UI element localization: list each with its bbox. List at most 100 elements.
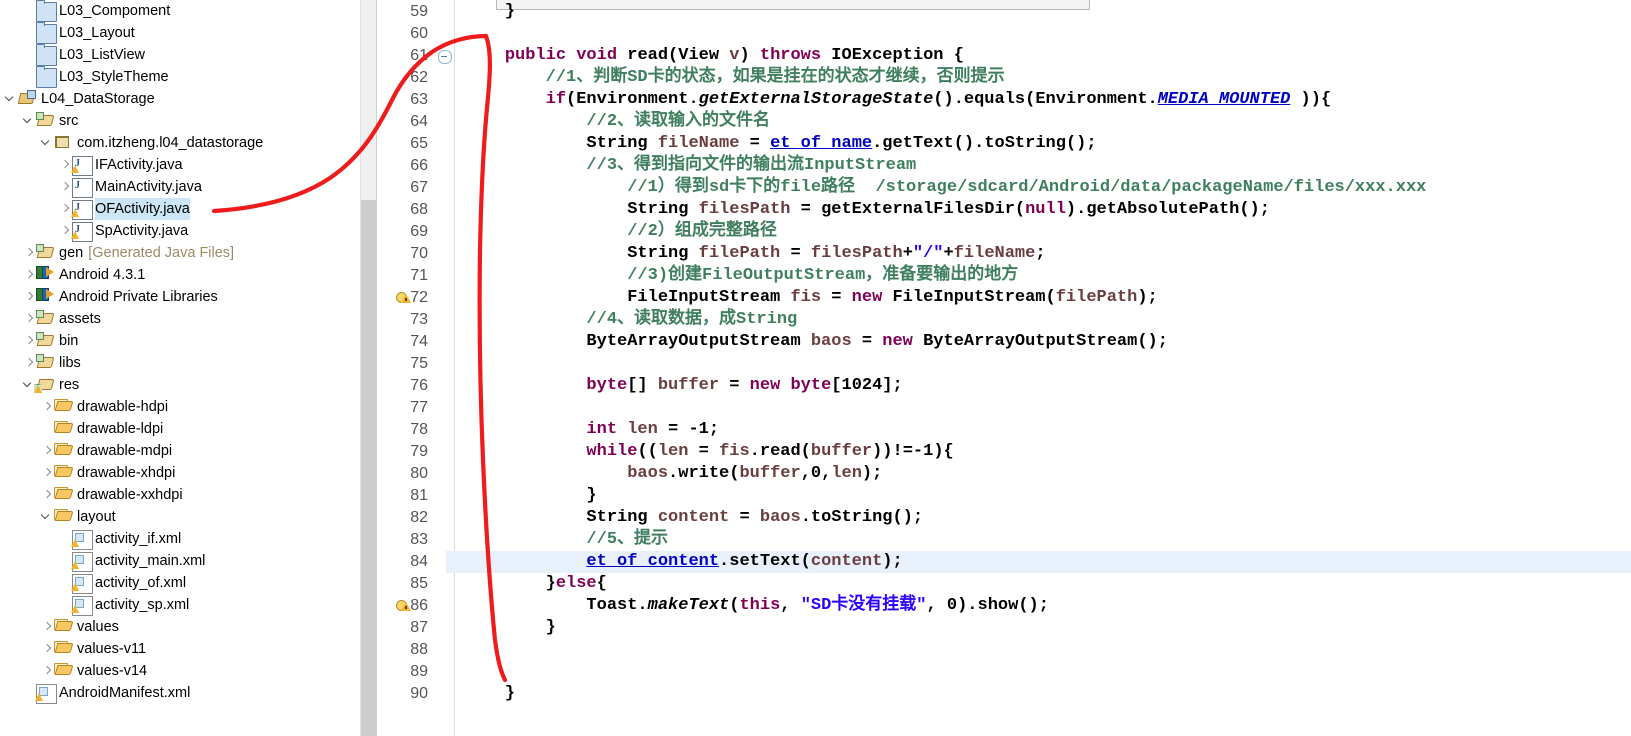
code-line[interactable]: //1、判断SD卡的状态，如果是挂在的状态才继续，否则提示 — [464, 67, 1005, 89]
chevron-right-icon[interactable] — [22, 330, 36, 352]
tree-item[interactable]: assets — [18, 308, 101, 330]
package-explorer[interactable]: L03_Compoment L03_Layout L03_ListView L03_S… — [0, 0, 376, 736]
tree-item-label: Android 4.3.1 — [59, 267, 146, 283]
chevron-right-icon[interactable] — [58, 154, 72, 176]
code-line[interactable]: ByteArrayOutputStream baos = new ByteArr… — [464, 331, 1168, 353]
chevron-right-icon[interactable] — [22, 242, 36, 264]
fold-collapse-icon[interactable] — [438, 50, 452, 64]
code-text-area[interactable]: } public void read(View v) throws IOExce… — [464, 0, 1631, 736]
chevron-right-icon[interactable] — [40, 462, 54, 484]
chevron-right-icon[interactable] — [22, 352, 36, 374]
tree-item[interactable]: drawable-xxhdpi — [36, 484, 183, 506]
tree-item[interactable]: activity_main.xml — [54, 550, 205, 572]
tree-item[interactable]: IFActivity.java — [54, 154, 183, 176]
chevron-right-icon[interactable] — [58, 198, 72, 220]
code-line[interactable]: } — [464, 617, 556, 639]
code-line[interactable]: //5、提示 — [464, 529, 668, 551]
tree-item[interactable]: layout — [36, 506, 116, 528]
chevron-right-icon[interactable] — [40, 638, 54, 660]
tree-item[interactable]: activity_of.xml — [54, 572, 186, 594]
code-line[interactable]: String filePath = filesPath+"/"+fileName… — [464, 243, 1045, 265]
chevron-right-icon[interactable] — [40, 484, 54, 506]
tree-item[interactable]: activity_sp.xml — [54, 594, 189, 616]
code-line[interactable]: //2）组成完整路径 — [464, 221, 777, 243]
chevron-right-icon[interactable] — [58, 220, 72, 242]
tree-item[interactable]: MainActivity.java — [54, 176, 202, 198]
tree-item[interactable]: values-v11 — [36, 638, 146, 660]
java-keyword: if — [545, 90, 567, 109]
tree-item[interactable]: L04_DataStorage — [0, 88, 155, 110]
code-line[interactable]: FileInputStream fis = new FileInputStrea… — [464, 287, 1158, 309]
code-line[interactable]: int len = -1; — [464, 419, 719, 441]
tree-item[interactable]: L03_StyleTheme — [18, 66, 169, 88]
code-line[interactable]: } — [464, 1, 515, 23]
chevron-right-icon[interactable] — [22, 308, 36, 330]
tree-item[interactable]: L03_Compoment — [18, 0, 170, 22]
code-line[interactable]: } — [464, 485, 596, 507]
java-keyword: null — [1025, 200, 1066, 219]
code-editor-pane[interactable]: 59 60 61 62 63 64 65 66 67 68 69 70 71 72 73 74 75 76 77 78… — [386, 0, 1631, 736]
tree-item[interactable]: OFActivity.java — [54, 198, 190, 220]
code-line[interactable]: String filesPath = getExternalFilesDir(n… — [464, 199, 1270, 221]
code-line[interactable]: } — [464, 683, 515, 705]
code-line[interactable]: //4、读取数据，成String — [464, 309, 797, 331]
tree-item[interactable]: SpActivity.java — [54, 220, 188, 242]
tree-item[interactable]: bin — [18, 330, 78, 352]
local-variable: content — [657, 508, 730, 527]
tree-item[interactable]: Android Private Libraries — [18, 286, 218, 308]
chevron-right-icon[interactable] — [40, 440, 54, 462]
code-line[interactable]: //3)创建FileOutputStream，准备要输出的地方 — [464, 265, 1018, 287]
chevron-down-icon[interactable] — [40, 132, 54, 154]
tree-item[interactable]: res — [18, 374, 79, 396]
line-number-gutter[interactable]: 59 60 61 62 63 64 65 66 67 68 69 70 71 72 73 74 75 76 77 78… — [386, 0, 455, 736]
tree-item[interactable]: values-v14 — [36, 660, 147, 682]
code-line[interactable]: //2、读取输入的文件名 — [464, 111, 770, 133]
code-line[interactable]: while((len = fis.read(buffer))!=-1){ — [464, 441, 953, 463]
tree-item[interactable]: L03_Layout — [18, 22, 135, 44]
chevron-right-icon[interactable] — [22, 286, 36, 308]
android-library-icon — [36, 288, 55, 306]
chevron-right-icon[interactable] — [40, 396, 54, 418]
local-variable: fileName — [953, 244, 1036, 263]
chevron-right-icon[interactable] — [40, 616, 54, 638]
tree-item[interactable]: AndroidManifest.xml — [18, 682, 190, 704]
tree-item[interactable]: libs — [18, 352, 81, 374]
tree-item[interactable]: gen [Generated Java Files] — [18, 242, 234, 264]
tree-item-label: bin — [59, 333, 79, 349]
tree-item[interactable]: values — [36, 616, 119, 638]
code-line[interactable]: if(Environment.getExternalStorageState()… — [464, 89, 1332, 111]
chevron-right-icon[interactable] — [40, 660, 54, 682]
tree-item[interactable]: drawable-hdpi — [36, 396, 168, 418]
chevron-down-icon[interactable] — [22, 110, 36, 132]
code-line[interactable]: et_of_content.setText(content); — [464, 551, 902, 573]
chevron-right-icon[interactable] — [58, 176, 72, 198]
warning-marker-icon[interactable] — [396, 598, 412, 614]
tree-item[interactable]: src — [18, 110, 78, 132]
tree-item[interactable]: drawable-mdpi — [36, 440, 172, 462]
project-folder-icon — [36, 0, 57, 22]
tree-item[interactable]: L03_ListView — [18, 44, 145, 66]
code-line[interactable]: byte[] buffer = new byte[1024]; — [464, 375, 902, 397]
chevron-down-icon[interactable] — [4, 88, 18, 110]
code-line[interactable]: String content = baos.toString(); — [464, 507, 923, 529]
twist-spacer — [58, 528, 72, 550]
explorer-scrollbar-thumb[interactable] — [361, 200, 376, 736]
code-line[interactable]: String fileName = et_of_name.getText().t… — [464, 133, 1096, 155]
code-line[interactable]: //1）得到sd卡下的file路径 /storage/sdcard/Androi… — [464, 177, 1426, 199]
warning-marker-icon[interactable] — [396, 290, 412, 306]
code-line[interactable]: baos.write(buffer,0,len); — [464, 463, 882, 485]
tree-item[interactable]: com.itzheng.l04_datastorage — [36, 132, 263, 154]
chevron-down-icon[interactable] — [40, 506, 54, 528]
explorer-scrollbar[interactable] — [360, 0, 376, 736]
package-icon — [54, 134, 73, 152]
chevron-right-icon[interactable] — [22, 264, 36, 286]
tree-item[interactable]: drawable-ldpi — [36, 418, 163, 440]
tree-item[interactable]: drawable-xhdpi — [36, 462, 175, 484]
code-line[interactable]: Toast.makeText(this, "SD卡没有挂载", 0).show(… — [464, 595, 1049, 617]
tree-item[interactable]: Android 4.3.1 — [18, 264, 145, 286]
local-variable: fis — [790, 288, 822, 307]
code-line[interactable]: }else{ — [464, 573, 607, 595]
code-line[interactable]: public void read(View v) throws IOExcept… — [464, 45, 964, 67]
code-line[interactable]: //3、得到指向文件的输出流InputStream — [464, 155, 916, 177]
tree-item[interactable]: activity_if.xml — [54, 528, 181, 550]
